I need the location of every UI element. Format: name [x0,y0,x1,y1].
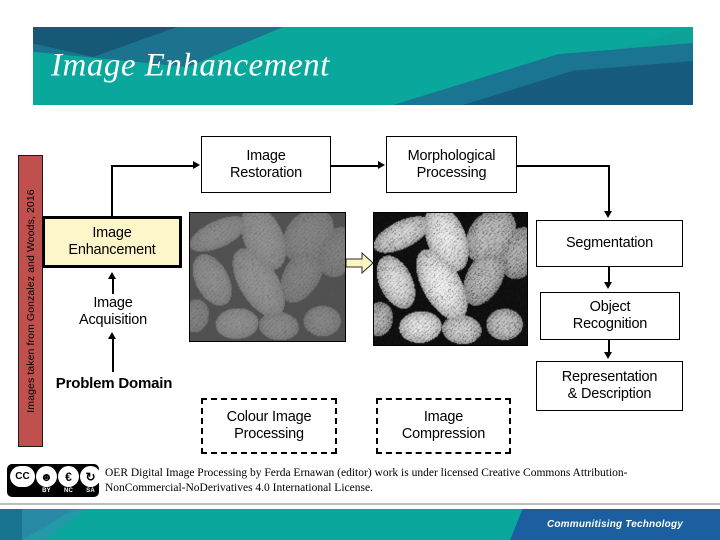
node-label-line2: Processing [234,426,304,442]
connector-line [111,165,193,167]
connector-arrowhead [108,272,116,279]
node-label-line1: Object [589,299,631,316]
slide-title: Image Enhancement [51,47,330,84]
cc-logo-icon: CC [10,466,35,487]
node-image-restoration[interactable]: Image Restoration [201,136,331,193]
node-image-compression[interactable]: Image Compression [376,398,511,454]
node-problem-domain[interactable]: Problem Domain [38,372,190,396]
node-label-line2: Compression [401,426,486,442]
node-label-line1: Image [423,409,464,426]
node-label-line2: Restoration [230,164,302,181]
transform-arrow-icon [346,252,374,274]
connector-line [608,165,610,211]
cc-mark-cc: CC [10,466,35,487]
node-label-line1: Representation [561,369,658,386]
node-label-line1: Colour Image [226,409,312,426]
cc-mark-sa: ↻ SA [80,466,101,495]
cc-person-icon: ☻ [36,466,57,487]
creative-commons-badge[interactable]: CC ☻ BY € NC ↻ SA [7,464,101,497]
connector-arrowhead [604,211,612,218]
connector-line [608,267,610,283]
cc-mark-nc: € NC [58,466,79,495]
connector-arrowhead [193,160,200,169]
footer-wave-shape [22,509,87,540]
cc-noderivatives-icon: ↻ [80,466,101,487]
enhanced-image-thumbnail [373,212,528,346]
node-label-line1: Image [92,225,132,242]
node-segmentation[interactable]: Segmentation [536,220,683,267]
connector-line [111,186,113,218]
connector-arrowhead [378,160,385,169]
footer-bar: Communitising Technology [0,509,720,540]
connector-arrowhead [604,282,612,289]
connector-line [112,338,114,372]
node-image-acquisition[interactable]: Image Acquisition [50,291,176,333]
node-label-line2: Enhancement [68,242,156,258]
connector-line [331,165,378,167]
node-image-enhancement[interactable]: Image Enhancement [42,216,182,268]
footer-tagline-panel: Communitising Technology [510,509,720,540]
connector-line [517,165,610,167]
node-label-line1: Problem Domain [55,375,173,393]
footer-divider [0,503,720,505]
footer-tagline: Communitising Technology [546,519,684,530]
cc-noncommercial-icon: € [58,466,79,487]
cc-mark-label-sa: SA [86,488,95,494]
cc-mark-label-nc: NC [63,488,74,494]
node-label-line1: Image [93,295,133,312]
node-label-line2: & Description [567,386,652,402]
node-label-line1: Morphological [407,147,496,164]
node-colour-image-processing[interactable]: Colour Image Processing [201,398,337,454]
cc-mark-label-by: BY [42,488,51,494]
node-label-line2: Recognition [572,316,648,332]
connector-line [111,165,113,187]
cc-mark-by: ☻ BY [36,466,57,495]
license-text: OER Digital Image Processing by Ferda Er… [105,467,628,495]
node-morphological-processing[interactable]: Morphological Processing [386,136,517,193]
slide-canvas: Image Enhancement Images taken from Gonz… [0,0,720,540]
node-representation-description[interactable]: Representation & Description [536,361,683,411]
connector-arrowhead [604,352,612,359]
node-object-recognition[interactable]: Object Recognition [540,292,680,340]
original-image-thumbnail [189,212,346,342]
node-label-line1: Segmentation [565,235,654,252]
connector-arrowhead [108,332,116,339]
node-label-line2: Acquisition [79,312,147,328]
node-label-line1: Image [246,147,286,164]
node-label-line2: Processing [416,164,487,181]
